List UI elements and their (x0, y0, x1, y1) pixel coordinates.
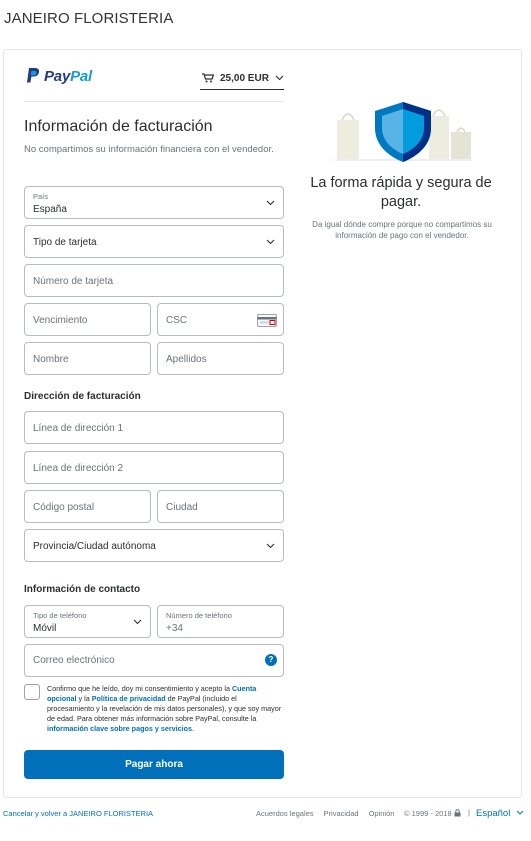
province-value: Provincia/Ciudad autónoma (33, 541, 156, 552)
help-icon[interactable]: ? (265, 654, 277, 666)
country-value: España (33, 204, 67, 215)
phone-type-label: Tipo de teléfono (33, 611, 87, 620)
email-placeholder: Correo electrónico (33, 655, 115, 666)
chevron-down-icon (266, 200, 275, 206)
last-name-input[interactable]: Apellidos (157, 342, 284, 375)
last-name-placeholder: Apellidos (166, 354, 207, 365)
phone-number-label: Número de teléfono (166, 611, 232, 620)
expiry-placeholder: Vencimiento (33, 315, 88, 326)
postal-code-input[interactable]: Código postal (24, 490, 151, 523)
card-number-input[interactable]: Número de tarjeta (24, 264, 284, 297)
city-input[interactable]: Ciudad (157, 490, 284, 523)
cart-summary-toggle[interactable]: 25,00 EUR (200, 67, 284, 90)
postal-code-placeholder: Código postal (33, 502, 95, 513)
address-line1-placeholder: Línea de dirección 1 (33, 423, 124, 434)
expiry-input[interactable]: Vencimiento (24, 303, 151, 336)
card-number-placeholder: Número de tarjeta (33, 276, 114, 287)
csc-input[interactable]: CSC (157, 303, 284, 336)
first-name-placeholder: Nombre (33, 354, 69, 365)
privacy-policy-link[interactable]: Política de privacidad (92, 694, 166, 703)
consent-text-2: y la (76, 694, 92, 703)
consent-text: Confirmo que he leído, doy mi consentimi… (47, 684, 282, 734)
promo-text: Da igual dónde compre porque no comparti… (312, 220, 492, 240)
billing-subtitle: No compartimos su información financiera… (24, 144, 274, 155)
language-selector[interactable]: Español (476, 808, 524, 819)
chevron-down-icon (266, 543, 275, 549)
chevron-down-icon (266, 239, 275, 245)
security-shield-illustration (335, 102, 471, 162)
province-select[interactable]: Provincia/Ciudad autónoma (24, 529, 284, 562)
paypal-logo: PayPal (25, 67, 92, 85)
key-info-link[interactable]: información clave sobre pagos y servicio… (47, 724, 192, 733)
language-label: Español (476, 808, 511, 819)
lock-icon (454, 809, 461, 817)
billing-title: Información de facturación (24, 118, 213, 135)
chevron-down-icon (133, 619, 142, 625)
card-type-value: Tipo de tarjeta (33, 237, 97, 248)
paypal-word-pal: Pal (70, 67, 93, 85)
promo-title: La forma rápida y segura de pagar. (310, 175, 492, 210)
checkout-card: PayPal 25,00 EUR Información de facturac… (3, 49, 522, 798)
privacy-link[interactable]: Privacidad (324, 809, 359, 818)
header-divider (24, 101, 284, 102)
pay-now-button[interactable]: Pagar ahora (24, 750, 284, 779)
paypal-word-pay: Pay (44, 67, 71, 85)
phone-type-select[interactable]: Tipo de teléfono Móvil (24, 605, 151, 638)
page-footer: Cancelar y volver a JANEIRO FLORISTERIA … (0, 808, 531, 822)
consent-text-1: Confirmo que he leído, doy mi consentimi… (47, 684, 232, 693)
address-line2-placeholder: Línea de dirección 2 (33, 463, 124, 474)
billing-address-title: Dirección de facturación (24, 391, 141, 402)
address-line2-input[interactable]: Línea de dirección 2 (24, 451, 284, 484)
country-select[interactable]: País España (24, 186, 284, 219)
card-csc-icon (257, 314, 277, 327)
legal-agreements-link[interactable]: Acuerdos legales (256, 809, 314, 818)
merchant-name: JANEIRO FLORISTERIA (4, 10, 174, 27)
copyright-text: © 1999 - 2018 (404, 809, 461, 818)
email-input[interactable]: Correo electrónico ? (24, 644, 284, 677)
address-line1-input[interactable]: Línea de dirección 1 (24, 411, 284, 444)
footer-separator: | (468, 808, 470, 817)
feedback-link[interactable]: Opinión (369, 809, 395, 818)
country-label: País (33, 192, 49, 201)
card-type-select[interactable]: Tipo de tarjeta (24, 225, 284, 258)
phone-prefix: +34 (166, 623, 183, 634)
cancel-return-link[interactable]: Cancelar y volver a JANEIRO FLORISTERIA (3, 809, 153, 818)
contact-title: Información de contacto (24, 584, 141, 595)
paypal-mark-icon (27, 68, 40, 83)
chevron-down-icon (275, 75, 284, 81)
city-placeholder: Ciudad (166, 502, 198, 513)
copyright-label: © 1999 - 2018 (404, 809, 452, 818)
csc-placeholder: CSC (166, 315, 188, 326)
consent-text-4: . (192, 724, 195, 733)
cart-amount: 25,00 EUR (220, 72, 269, 84)
cart-icon (202, 73, 214, 83)
phone-number-input[interactable]: Número de teléfono +34 (157, 605, 284, 638)
consent-checkbox[interactable] (24, 684, 40, 700)
phone-type-value: Móvil (33, 623, 57, 634)
first-name-input[interactable]: Nombre (24, 342, 151, 375)
chevron-down-icon (516, 810, 524, 815)
